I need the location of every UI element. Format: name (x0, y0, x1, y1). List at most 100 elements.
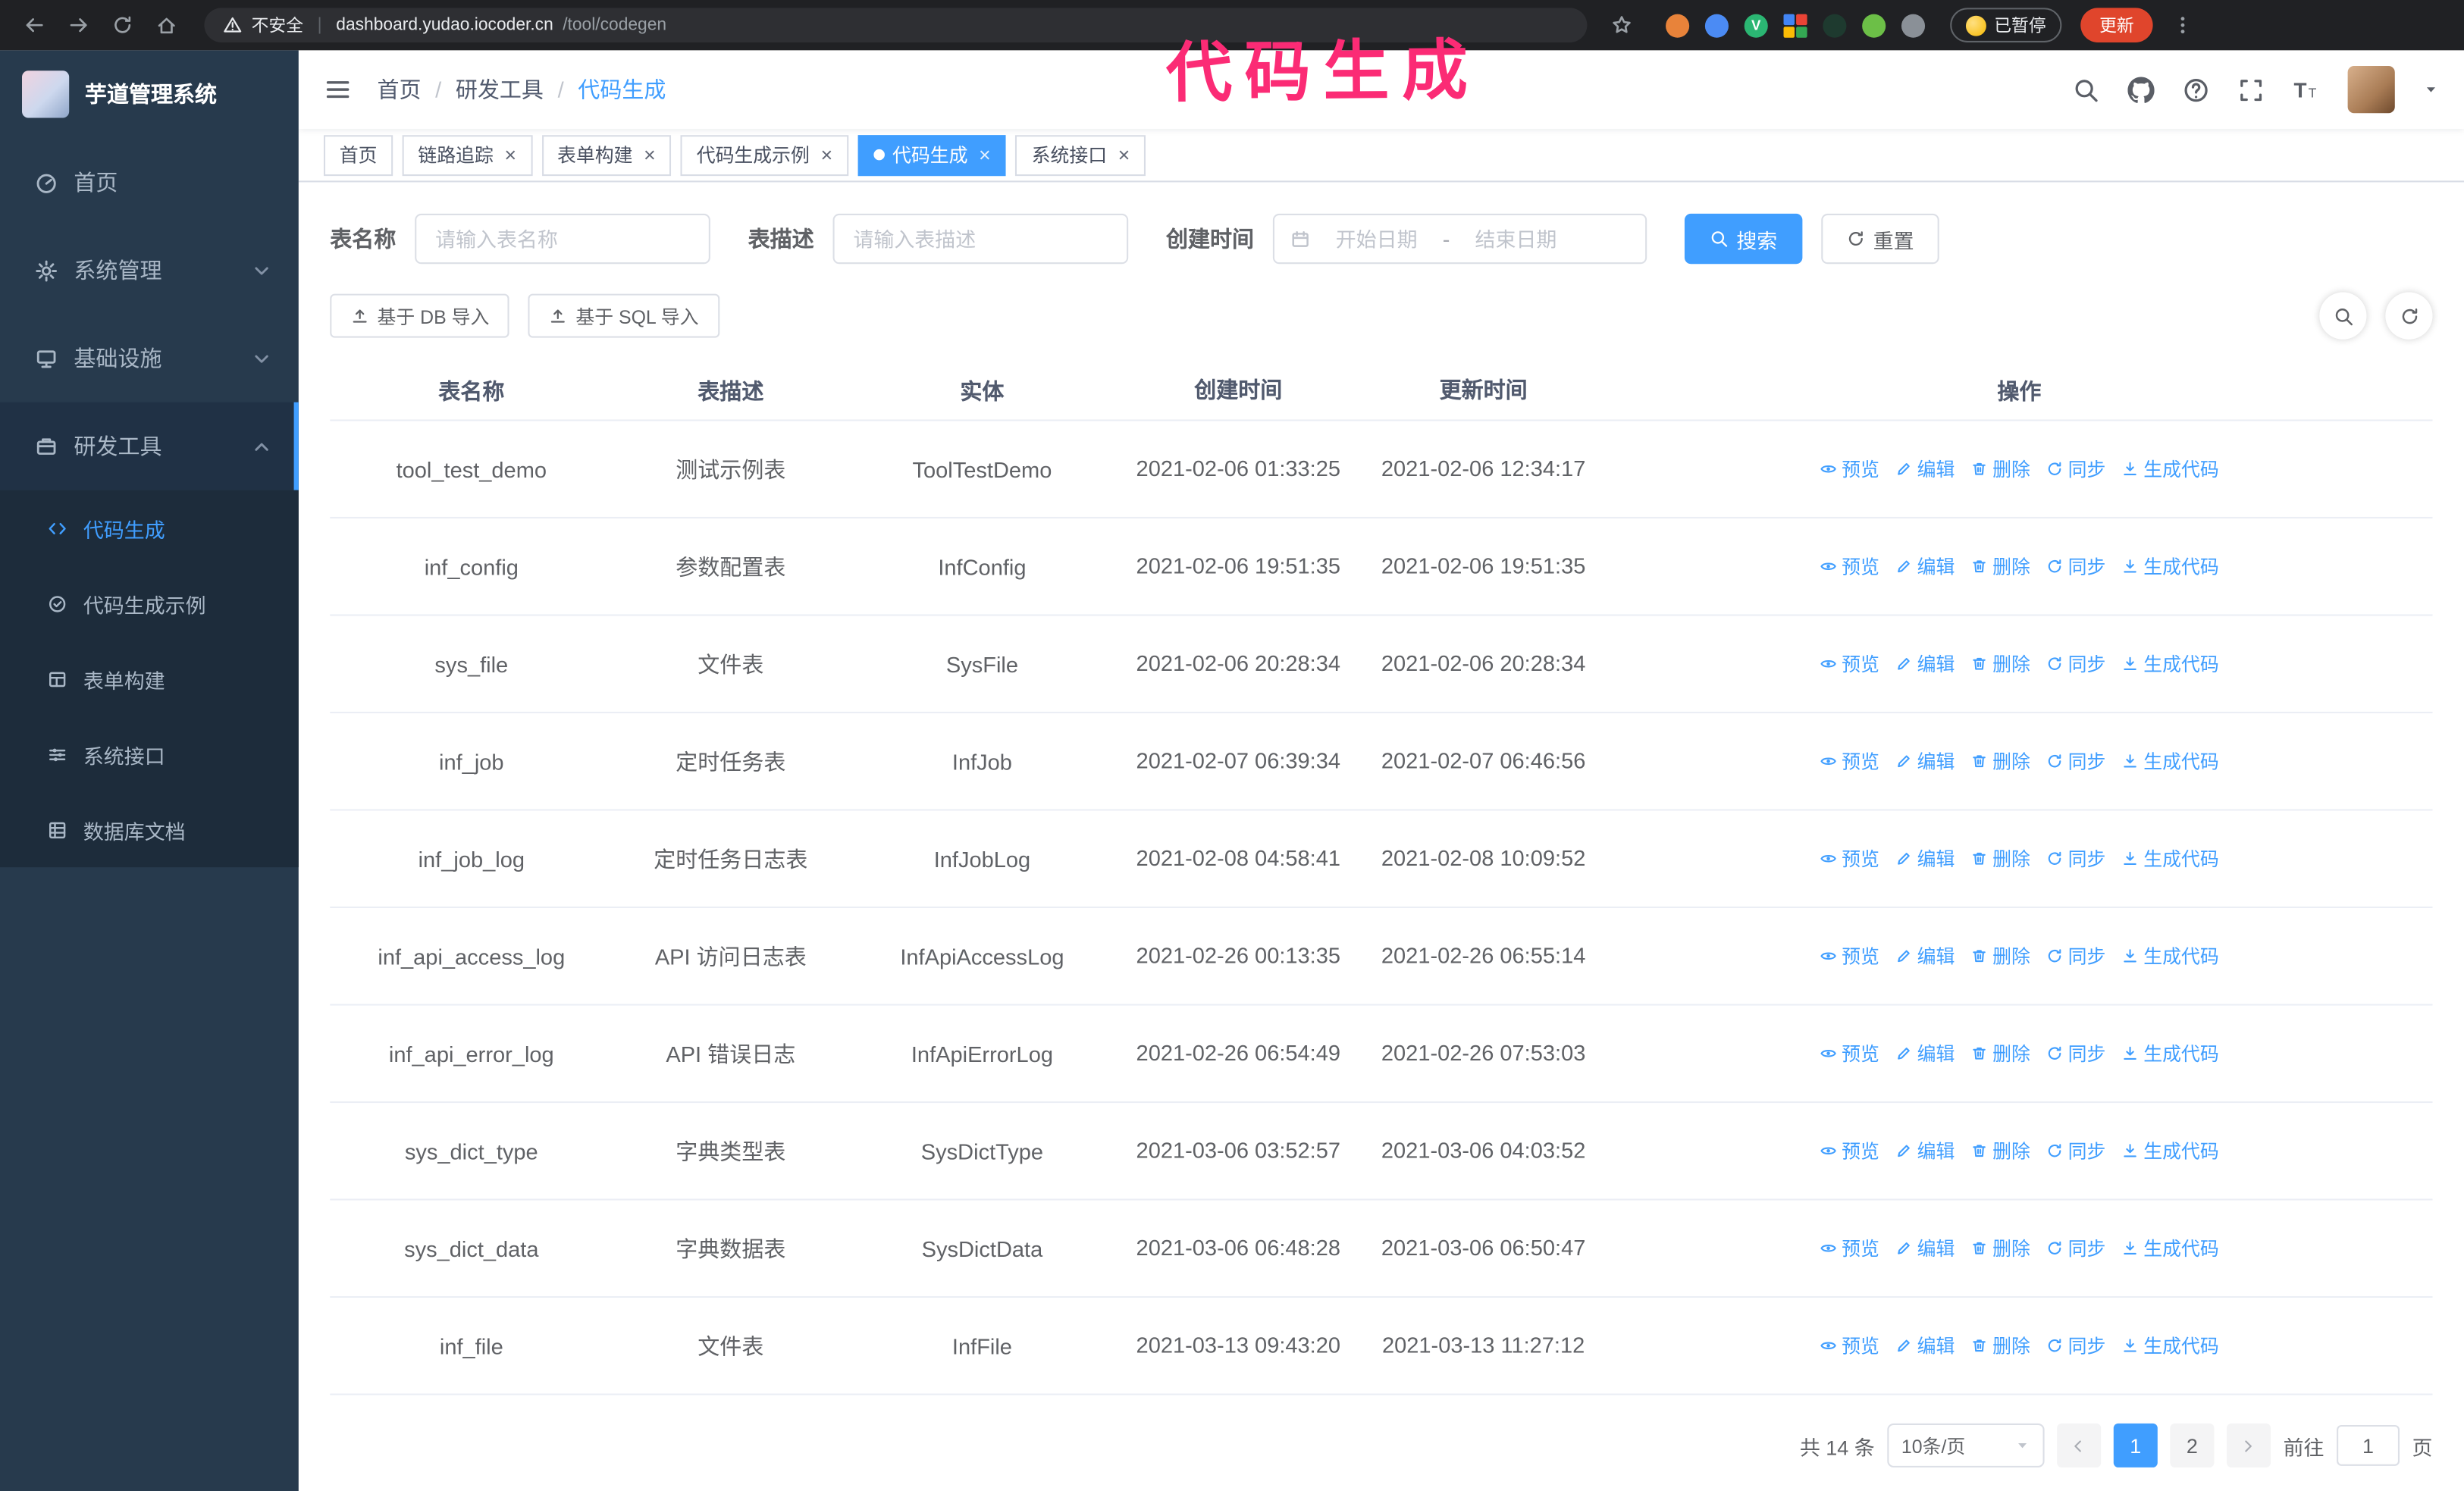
update-button[interactable]: 更新 (2080, 8, 2153, 42)
close-icon[interactable]: × (979, 145, 991, 165)
tab-tracer[interactable]: 链路追踪 × (402, 134, 532, 176)
sidebar-subitem-form-builder[interactable]: 表单构建 (0, 641, 299, 716)
page-size-select[interactable]: 10条/页 (1887, 1423, 2045, 1468)
user-avatar[interactable] (2347, 66, 2395, 114)
github-icon[interactable] (2127, 76, 2155, 103)
create-time-range[interactable]: - (1272, 213, 1647, 265)
delete-link[interactable]: 删除 (1970, 650, 2030, 677)
address-bar[interactable]: 不安全 | dashboard.yudao.iocoder.cn /tool/c… (204, 8, 1588, 42)
generate-link[interactable]: 生成代码 (2121, 748, 2219, 775)
generate-link[interactable]: 生成代码 (2121, 1333, 2219, 1359)
generate-link[interactable]: 生成代码 (2121, 943, 2219, 969)
delete-link[interactable]: 删除 (1970, 943, 2030, 969)
import-sql-button[interactable]: 基于 SQL 导入 (528, 293, 719, 338)
edit-link[interactable]: 编辑 (1895, 1235, 1955, 1261)
prev-page-button[interactable] (2057, 1423, 2102, 1468)
back-icon[interactable] (16, 6, 54, 44)
sidebar-subitem-db-doc[interactable]: 数据库文档 (0, 792, 299, 867)
refresh-button[interactable] (2385, 292, 2433, 340)
green-v-extension-icon[interactable]: V (1744, 13, 1768, 37)
reload-icon[interactable] (104, 6, 142, 44)
preview-link[interactable]: 预览 (1820, 845, 1879, 872)
blue-extension-icon[interactable] (1704, 13, 1729, 37)
generate-link[interactable]: 生成代码 (2121, 456, 2219, 482)
reset-button[interactable]: 重置 (1821, 213, 1939, 265)
generate-link[interactable]: 生成代码 (2121, 553, 2219, 580)
sidebar-item-devtools[interactable]: 研发工具 (0, 402, 299, 490)
tab-codegen-example[interactable]: 代码生成示例 × (680, 134, 848, 176)
preview-link[interactable]: 预览 (1820, 1138, 1879, 1164)
sync-link[interactable]: 同步 (2046, 553, 2105, 580)
delete-link[interactable]: 删除 (1970, 1333, 2030, 1359)
delete-link[interactable]: 删除 (1970, 1040, 2030, 1067)
preview-link[interactable]: 预览 (1820, 943, 1879, 969)
sidebar-item-infra[interactable]: 基础设施 (0, 315, 299, 403)
sync-link[interactable]: 同步 (2046, 943, 2105, 969)
preview-link[interactable]: 预览 (1820, 1333, 1879, 1359)
tab-home[interactable]: 首页 (323, 134, 393, 176)
font-size-icon[interactable]: TT (2293, 77, 2319, 103)
delete-link[interactable]: 删除 (1970, 748, 2030, 775)
preview-link[interactable]: 预览 (1820, 456, 1879, 482)
generate-link[interactable]: 生成代码 (2121, 650, 2219, 677)
edit-link[interactable]: 编辑 (1895, 748, 1955, 775)
leaf-extension-icon[interactable] (1862, 13, 1886, 37)
preview-link[interactable]: 预览 (1820, 1235, 1879, 1261)
breadcrumb-item[interactable]: 研发工具 (456, 74, 544, 105)
end-date-input[interactable] (1456, 225, 1576, 252)
tab-form-builder[interactable]: 表单构建 × (541, 134, 672, 176)
delete-link[interactable]: 删除 (1970, 456, 2030, 482)
edit-link[interactable]: 编辑 (1895, 1040, 1955, 1067)
sidebar-item-system[interactable]: 系统管理 (0, 226, 299, 314)
sidebar-subitem-api[interactable]: 系统接口 (0, 716, 299, 791)
home-icon[interactable] (148, 6, 186, 44)
next-page-button[interactable] (2226, 1423, 2271, 1468)
sync-link[interactable]: 同步 (2046, 650, 2105, 677)
toggle-search-button[interactable] (2319, 292, 2367, 340)
close-icon[interactable]: × (1118, 145, 1130, 165)
sidebar-subitem-codegen-example[interactable]: 代码生成示例 (0, 565, 299, 641)
start-date-input[interactable] (1316, 225, 1437, 252)
edit-link[interactable]: 编辑 (1895, 1138, 1955, 1164)
puzzle-extension-icon[interactable] (1901, 13, 1926, 37)
fox-extension-icon[interactable] (1666, 13, 1690, 37)
grid-extension-icon[interactable] (1783, 13, 1807, 37)
sync-link[interactable]: 同步 (2046, 1040, 2105, 1067)
sync-link[interactable]: 同步 (2046, 456, 2105, 482)
delete-link[interactable]: 删除 (1970, 845, 2030, 872)
close-icon[interactable]: × (820, 145, 832, 165)
paused-badge[interactable]: 已暂停 (1950, 8, 2062, 42)
page-2-button[interactable]: 2 (2170, 1423, 2215, 1468)
tab-api[interactable]: 系统接口 × (1015, 134, 1146, 176)
preview-link[interactable]: 预览 (1820, 748, 1879, 775)
goto-page-input[interactable] (2337, 1424, 2400, 1466)
preview-link[interactable]: 预览 (1820, 553, 1879, 580)
search-icon[interactable] (2073, 77, 2099, 103)
generate-link[interactable]: 生成代码 (2121, 845, 2219, 872)
generate-link[interactable]: 生成代码 (2121, 1138, 2219, 1164)
hamburger-icon[interactable] (324, 75, 352, 103)
search-button[interactable]: 搜索 (1684, 213, 1803, 265)
page-1-button[interactable]: 1 (2113, 1423, 2158, 1468)
delete-link[interactable]: 删除 (1970, 1235, 2030, 1261)
close-icon[interactable]: × (504, 145, 516, 165)
table-desc-input[interactable] (832, 213, 1129, 265)
tab-codegen[interactable]: 代码生成 × (857, 134, 1007, 176)
bookmark-star-icon[interactable] (1603, 6, 1641, 44)
edit-link[interactable]: 编辑 (1895, 553, 1955, 580)
sidebar-item-home[interactable]: 首页 (0, 138, 299, 226)
sidebar-subitem-codegen[interactable]: 代码生成 (0, 490, 299, 565)
edit-link[interactable]: 编辑 (1895, 1333, 1955, 1359)
edit-link[interactable]: 编辑 (1895, 650, 1955, 677)
forward-icon[interactable] (60, 6, 98, 44)
preview-link[interactable]: 预览 (1820, 1040, 1879, 1067)
caret-down-icon[interactable] (2423, 82, 2439, 98)
table-name-input[interactable] (415, 213, 710, 265)
edit-link[interactable]: 编辑 (1895, 943, 1955, 969)
sync-link[interactable]: 同步 (2046, 1138, 2105, 1164)
generate-link[interactable]: 生成代码 (2121, 1040, 2219, 1067)
sync-link[interactable]: 同步 (2046, 748, 2105, 775)
dark-green-extension-icon[interactable] (1823, 13, 1847, 37)
generate-link[interactable]: 生成代码 (2121, 1235, 2219, 1261)
close-icon[interactable]: × (644, 145, 656, 165)
